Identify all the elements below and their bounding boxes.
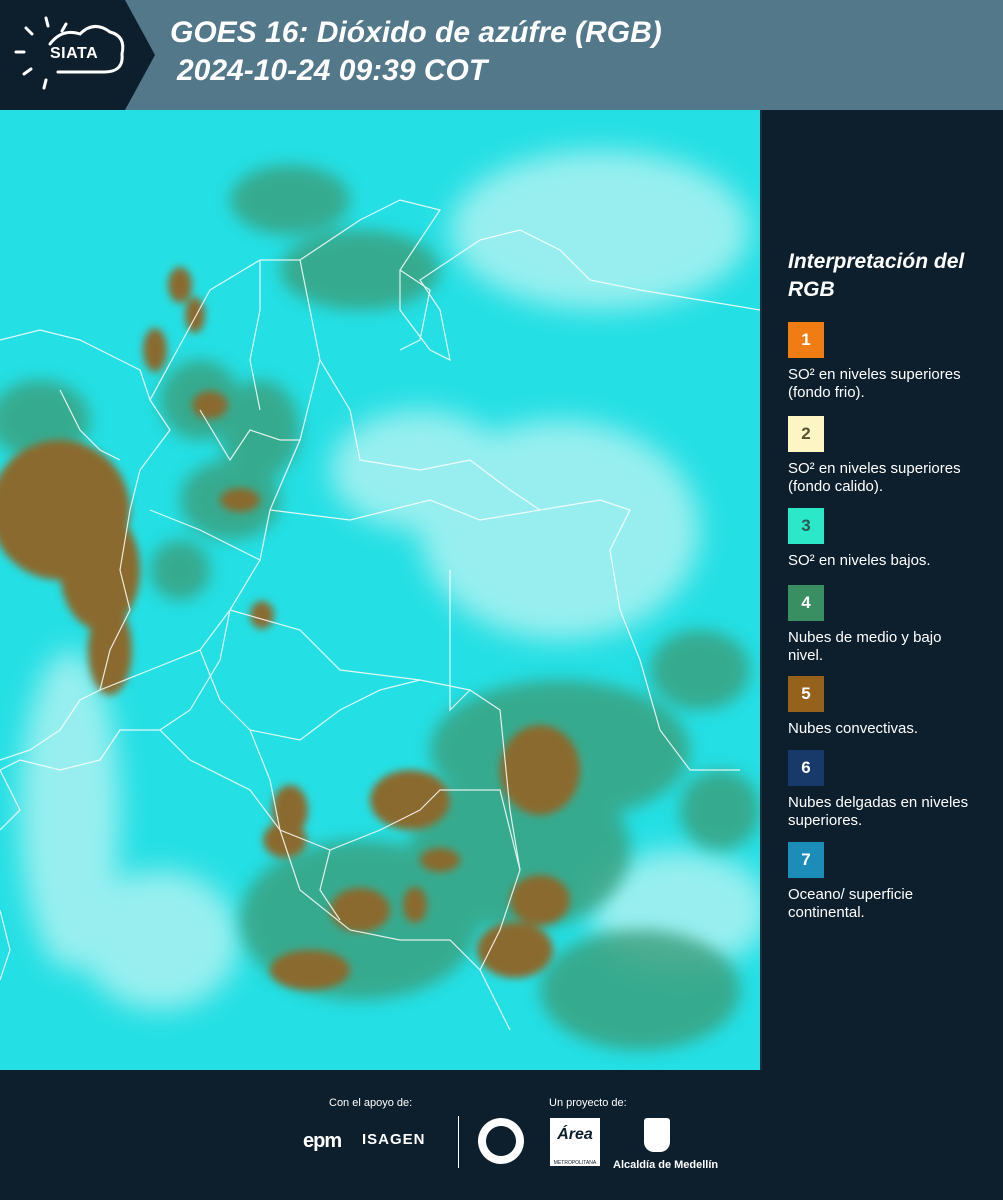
isagen-logo: ISAGEN bbox=[362, 1131, 426, 1148]
legend-swatch: 2 bbox=[788, 416, 824, 452]
epm-logo: epm bbox=[303, 1130, 342, 1152]
legend-item-6: 6 Nubes delgadas en niveles superiores. bbox=[788, 750, 988, 830]
legend-item-7: 7 Oceano/ superficie continental. bbox=[788, 842, 988, 922]
legend-title: Interpretación del RGB bbox=[788, 250, 965, 301]
medellin-label: Alcaldía de Medellín bbox=[613, 1159, 719, 1171]
legend-desc: SO² en niveles superiores (fondo calido)… bbox=[788, 460, 961, 495]
header-bar: SIATA GOES 16: Dióxido de azúfre (RGB) 2… bbox=[0, 0, 1003, 110]
legend-swatch: 6 bbox=[788, 750, 824, 786]
legend-swatch: 4 bbox=[788, 585, 824, 621]
map-image bbox=[0, 110, 760, 1070]
page-title: GOES 16: Dióxido de azúfre (RGB) bbox=[170, 16, 662, 49]
logo-text: SIATA bbox=[50, 45, 99, 62]
legend-panel: Interpretación del RGB 1 SO² en niveles … bbox=[788, 248, 993, 921]
satellite-map bbox=[0, 110, 762, 1070]
siata-logo: SIATA bbox=[0, 0, 155, 110]
legend-desc: Nubes convectivas. bbox=[788, 720, 919, 737]
footer-divider bbox=[458, 1116, 459, 1168]
project-label: Un proyecto de: bbox=[549, 1097, 627, 1109]
legend-item-2: 2 SO² en niveles superiores (fondo calid… bbox=[788, 416, 988, 496]
area-metropolitana-sub: METROPOLITANA Valle de Aburrá bbox=[553, 1160, 597, 1172]
area-metropolitana-logo: Área bbox=[550, 1118, 600, 1166]
legend-desc: Nubes delgadas en niveles superiores. bbox=[788, 794, 969, 829]
legend-item-1: 1 SO² en niveles superiores (fondo frio)… bbox=[788, 322, 988, 402]
footer-bar: Con el apoyo de: Un proyecto de: epm ISA… bbox=[0, 1070, 1003, 1200]
legend-desc: SO² en niveles superiores (fondo frio). bbox=[788, 366, 961, 401]
medellin-shield-icon bbox=[644, 1118, 670, 1152]
legend-swatch: 7 bbox=[788, 842, 824, 878]
legend-swatch: 1 bbox=[788, 322, 824, 358]
support-label: Con el apoyo de: bbox=[329, 1097, 413, 1109]
legend-item-5: 5 Nubes convectivas. bbox=[788, 676, 988, 738]
legend-item-4: 4 Nubes de medio y bajo nivel. bbox=[788, 585, 988, 665]
legend-item-3: 3 SO² en niveles bajos. bbox=[788, 508, 988, 570]
legend-swatch: 5 bbox=[788, 676, 824, 712]
legend-desc: Oceano/ superficie continental. bbox=[788, 886, 914, 921]
timestamp: 2024-10-24 09:39 COT bbox=[177, 54, 488, 87]
legend-desc: Nubes de medio y bajo nivel. bbox=[788, 629, 942, 664]
university-seal-icon bbox=[478, 1118, 524, 1164]
legend-swatch: 3 bbox=[788, 508, 824, 544]
legend-desc: SO² en niveles bajos. bbox=[788, 552, 931, 569]
